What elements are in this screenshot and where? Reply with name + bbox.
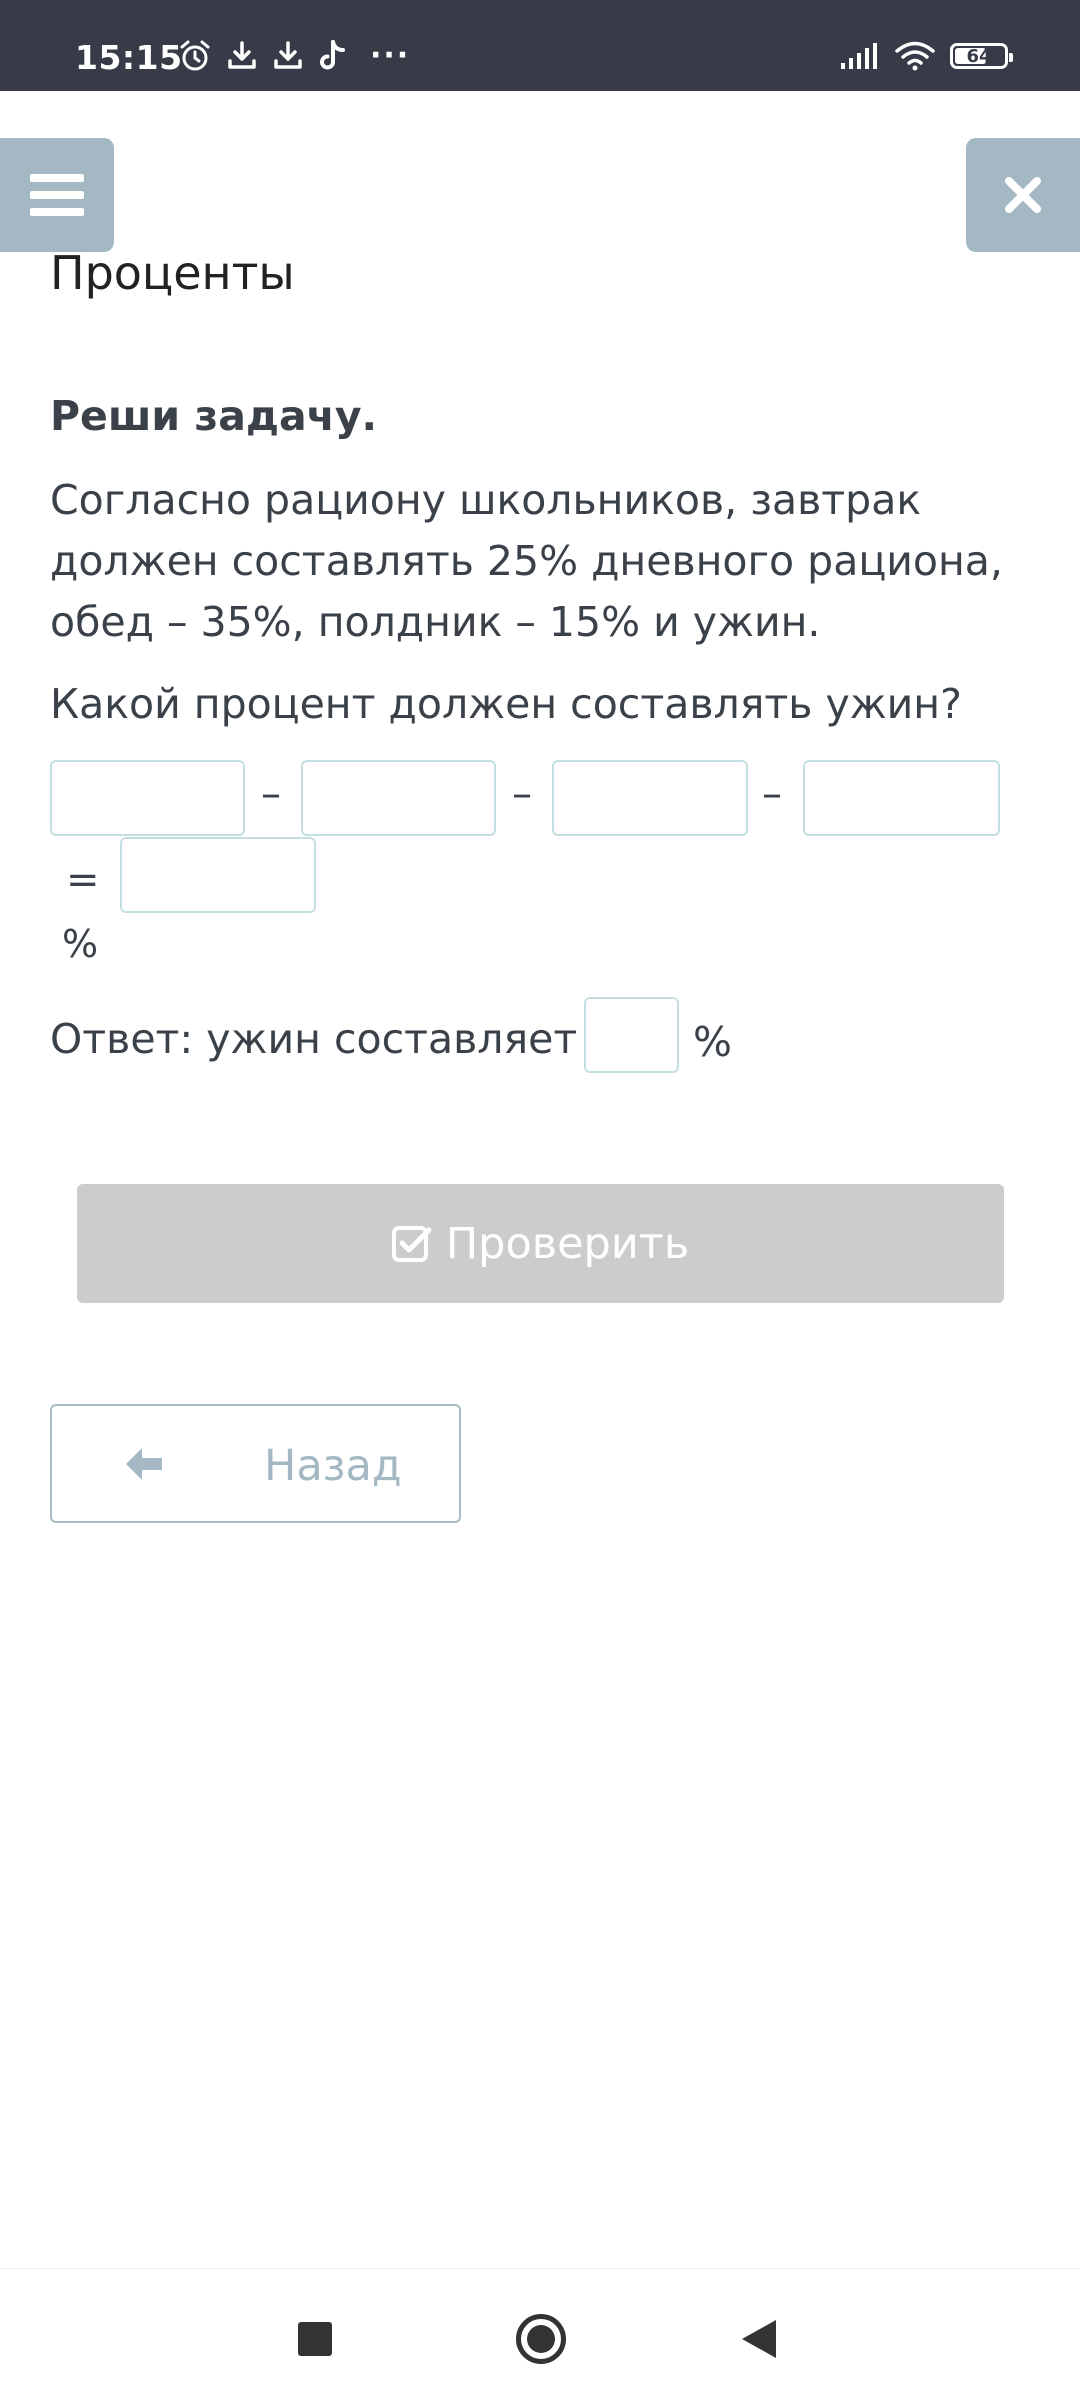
notification-icons: ··· <box>178 36 410 76</box>
more-notifications-indicator: ··· <box>370 38 411 73</box>
task-text: Согласно рациону школьников, завтрак дол… <box>50 476 1003 646</box>
system-navigation-bar <box>0 2268 1080 2401</box>
recent-apps-icon[interactable] <box>298 2322 332 2356</box>
close-icon <box>1005 177 1041 213</box>
equation-result-input[interactable] <box>120 837 316 913</box>
check-button-label: Проверить <box>445 1218 690 1269</box>
equation-input-1[interactable] <box>50 760 245 836</box>
equation-input-2[interactable] <box>301 760 496 836</box>
tiktok-icon <box>320 40 345 70</box>
check-button[interactable]: Проверить <box>77 1184 1004 1303</box>
equals-sign: = <box>66 857 100 903</box>
download-icon <box>228 41 256 69</box>
page-title: Проценты <box>50 246 295 300</box>
arrow-left-icon <box>126 1448 162 1480</box>
menu-button[interactable] <box>0 138 114 252</box>
equation-input-4[interactable] <box>803 760 1000 836</box>
close-button[interactable] <box>966 138 1080 252</box>
wifi-icon <box>895 41 935 71</box>
checkbox-checked-icon <box>391 1225 432 1262</box>
back-triangle-icon[interactable] <box>742 2320 776 2358</box>
question-text: Какой процент должен составлять ужин? <box>50 680 962 728</box>
minus-sign: – <box>762 771 782 817</box>
percent-unit: % <box>62 922 99 966</box>
home-icon[interactable] <box>516 2314 566 2364</box>
signal-icon <box>841 43 877 69</box>
back-button-label: Назад <box>264 1441 402 1491</box>
answer-input[interactable] <box>584 997 679 1073</box>
answer-unit: % <box>693 1018 732 1066</box>
alarm-icon <box>180 40 210 71</box>
minus-sign: – <box>512 771 532 817</box>
minus-sign: – <box>261 771 281 817</box>
battery-icon: 64 <box>950 43 1013 69</box>
task-heading: Реши задачу. <box>50 392 378 440</box>
system-icons: 64 <box>840 36 1013 76</box>
status-time: 15:15 <box>75 38 183 77</box>
back-button[interactable]: Назад <box>50 1404 461 1523</box>
download-icon <box>274 41 302 69</box>
equation-input-3[interactable] <box>552 760 748 836</box>
answer-label: Ответ: ужин составляет <box>50 1015 578 1063</box>
status-bar: 15:15 ··· 64 <box>0 0 1080 91</box>
hamburger-icon <box>30 174 84 216</box>
battery-level: 64 <box>966 45 992 67</box>
